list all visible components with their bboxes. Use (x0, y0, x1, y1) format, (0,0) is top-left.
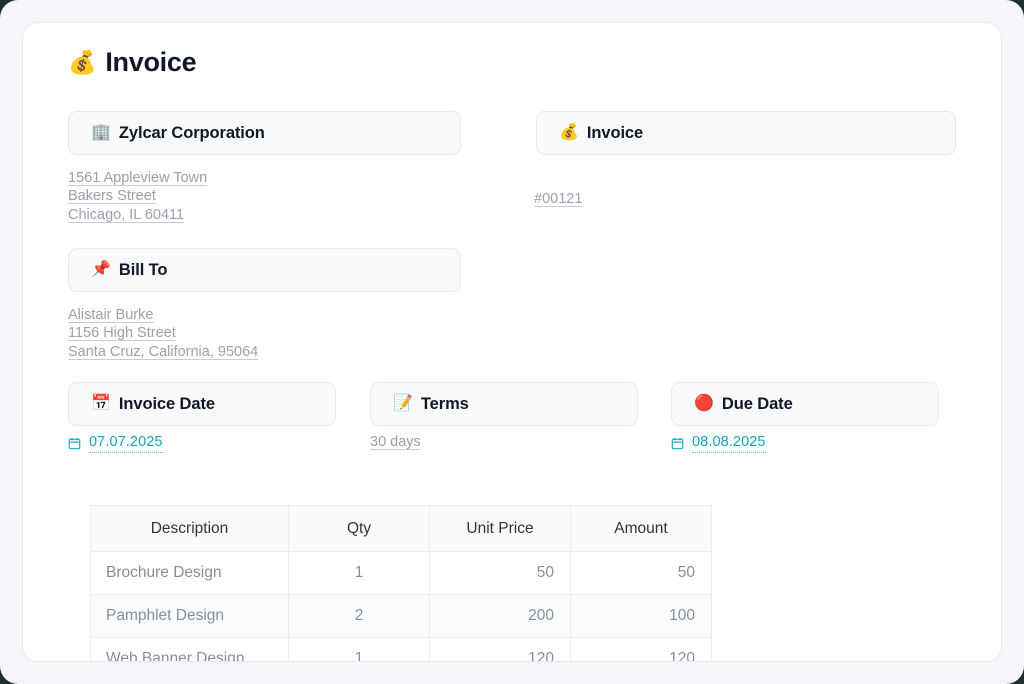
office-building-icon: 🏢 (91, 124, 111, 141)
seller-address-line[interactable]: 1561 Appleview Town (68, 169, 207, 187)
column-header-amount[interactable]: Amount (570, 505, 712, 552)
cell-qty[interactable]: 2 (288, 594, 430, 638)
invoice-number[interactable]: #00121 (534, 191, 582, 207)
bill-to-address-line[interactable]: 1156 High Street (68, 324, 258, 342)
due-date-text: 08.08.2025 (692, 434, 766, 453)
seller-name-label: Zylcar Corporation (118, 123, 265, 142)
table-row[interactable]: Web Banner Design 1 120 120 (90, 637, 712, 661)
seller-address-block: 1561 Appleview Town Bakers Street Chicag… (68, 169, 207, 224)
bill-to-address-line[interactable]: Santa Cruz, California, 95064 (68, 343, 258, 361)
column-header-description[interactable]: Description (90, 505, 289, 552)
cell-qty[interactable]: 1 (288, 551, 430, 595)
invoice-date-value[interactable]: 07.07.2025 (68, 434, 163, 453)
cell-unit-price[interactable]: 50 (429, 551, 571, 595)
money-bag-icon: 💰 (559, 124, 579, 141)
invoice-card-inner: 💰 Invoice 🏢 Zylcar Corporation 1561 Appl… (23, 23, 1001, 661)
cell-amount[interactable]: 120 (570, 637, 712, 661)
column-header-unit-price[interactable]: Unit Price (429, 505, 571, 552)
calendar-icon (671, 437, 684, 450)
memo-icon: 📝 (393, 395, 413, 412)
cell-amount[interactable]: 100 (570, 594, 712, 638)
bill-to-label: Bill To (118, 260, 168, 279)
red-circle-icon: 🔴 (694, 395, 714, 412)
table-row[interactable]: Brochure Design 1 50 50 (90, 551, 712, 595)
page-title: 💰 Invoice (68, 47, 197, 78)
bill-to-field[interactable]: 📌 Bill To (68, 248, 461, 292)
due-date-label: Due Date (721, 394, 793, 413)
table-row[interactable]: Pamphlet Design 2 200 100 (90, 594, 712, 638)
invoice-date-label: Invoice Date (118, 394, 215, 413)
bill-to-address-line[interactable]: Alistair Burke (68, 306, 258, 324)
calendar-icon: 📅 (91, 395, 111, 412)
invoice-date-field[interactable]: 📅 Invoice Date (68, 382, 336, 426)
column-header-qty[interactable]: Qty (288, 505, 430, 552)
invoice-date-text: 07.07.2025 (89, 434, 163, 453)
cell-amount[interactable]: 50 (570, 551, 712, 595)
seller-name-field[interactable]: 🏢 Zylcar Corporation (68, 111, 461, 155)
money-bag-icon: 💰 (68, 49, 97, 75)
invoice-meta-field[interactable]: 💰 Invoice (536, 111, 956, 155)
cell-description[interactable]: Web Banner Design (90, 637, 289, 661)
terms-label: Terms (420, 394, 469, 413)
terms-field[interactable]: 📝 Terms (370, 382, 638, 426)
due-date-field[interactable]: 🔴 Due Date (671, 382, 939, 426)
cell-description[interactable]: Brochure Design (90, 551, 289, 595)
cell-description[interactable]: Pamphlet Design (90, 594, 289, 638)
terms-value[interactable]: 30 days (370, 434, 421, 450)
invoice-meta-label: Invoice (586, 123, 644, 142)
due-date-value[interactable]: 08.08.2025 (671, 434, 766, 453)
line-items-table: Description Qty Unit Price Amount Brochu… (90, 505, 712, 661)
invoice-document-card: 💰 Invoice 🏢 Zylcar Corporation 1561 Appl… (22, 22, 1002, 662)
cell-unit-price[interactable]: 120 (429, 637, 571, 661)
calendar-icon (68, 437, 81, 450)
table-header-row: Description Qty Unit Price Amount (90, 505, 712, 552)
cell-qty[interactable]: 1 (288, 637, 430, 661)
pushpin-icon: 📌 (91, 261, 111, 278)
seller-address-line[interactable]: Chicago, IL 60411 (68, 206, 207, 224)
app-shell: 💰 Invoice 🏢 Zylcar Corporation 1561 Appl… (0, 0, 1024, 684)
bill-to-address-block: Alistair Burke 1156 High Street Santa Cr… (68, 306, 258, 361)
cell-unit-price[interactable]: 200 (429, 594, 571, 638)
page-title-text: Invoice (105, 47, 197, 77)
seller-address-line[interactable]: Bakers Street (68, 187, 207, 205)
